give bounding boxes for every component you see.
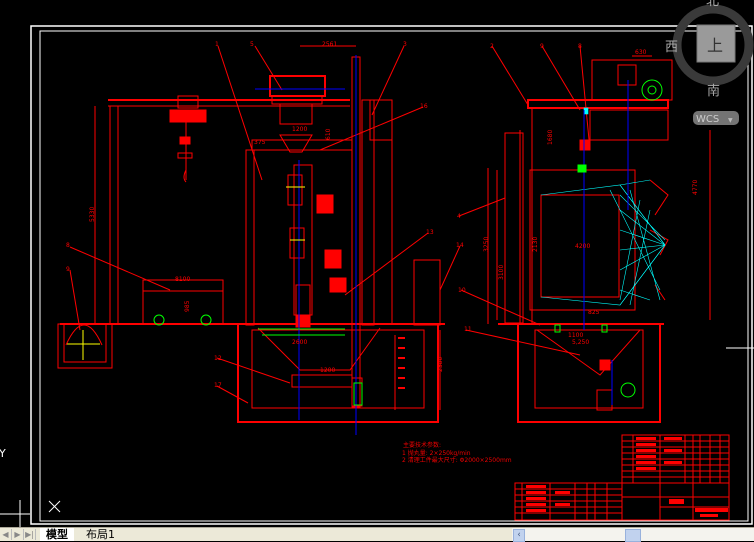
balloon: 17 xyxy=(214,382,222,389)
tab-layout1[interactable]: 布局1 xyxy=(80,528,121,541)
balloon: 9 xyxy=(540,43,544,50)
left-elevation-view xyxy=(57,45,461,423)
dim: 375 xyxy=(254,139,266,146)
scroll-left-button[interactable]: ‹ xyxy=(513,529,525,542)
left-view-yellow xyxy=(67,186,305,360)
scroll-thumb[interactable] xyxy=(625,529,641,542)
balloon: 3 xyxy=(403,41,407,48)
balloon: 5 xyxy=(250,41,254,48)
dim: 2600 xyxy=(292,339,307,346)
dim: 2130 xyxy=(532,237,539,252)
model-space-canvas[interactable]: Y 1 5 3 16 8 9 13 14 12 17 2561 1200 610… xyxy=(0,0,754,527)
notes-line2: 2 清理工件最大尺寸: Φ2000×2500mm xyxy=(402,456,512,464)
dim: 2380 xyxy=(437,357,444,372)
balloon: 11 xyxy=(464,326,472,333)
dim: 2561 xyxy=(322,41,337,48)
right-view-hatch xyxy=(540,107,666,306)
dim: 8100 xyxy=(175,276,190,283)
compass-west[interactable]: 西 xyxy=(665,40,678,55)
wcs-dropdown-icon: ▼ xyxy=(728,117,733,124)
right-view-centerlines xyxy=(583,80,629,405)
dim: 630 xyxy=(635,49,647,56)
dim: 4200 xyxy=(575,243,590,250)
balloon: 2 xyxy=(490,43,494,50)
balloon: 10 xyxy=(458,287,466,294)
dim: 610 xyxy=(325,128,332,140)
viewcube-face-label: 上 xyxy=(707,36,723,55)
ucs-y-label: Y xyxy=(0,447,6,460)
left-view-green xyxy=(153,314,363,406)
layout-tab-bar: ◀ ▶ ▶| 模型 布局1 ‹ xyxy=(0,527,754,542)
compass-south[interactable]: 南 xyxy=(707,83,720,99)
balloon: 4 xyxy=(457,213,461,220)
dim: 3100 xyxy=(498,265,505,280)
left-view-centerlines xyxy=(255,55,357,435)
notes-title: 主要技术参数: xyxy=(403,441,441,449)
dim: 5,250 xyxy=(572,339,589,346)
dim: 1200 xyxy=(292,126,307,133)
wcs-label: WCS xyxy=(696,114,719,125)
dim: 1100 xyxy=(568,332,583,339)
balloon: 12 xyxy=(214,355,222,362)
viewcube[interactable]: 北 西 南 上 WCS ▼ xyxy=(665,0,754,125)
tab-nav-first-button[interactable]: ◀ xyxy=(0,529,12,540)
dim: 825 xyxy=(588,309,600,316)
balloon: 14 xyxy=(456,242,464,249)
dim: 1680 xyxy=(547,130,554,145)
dim: 4770 xyxy=(692,180,699,195)
balloon: 16 xyxy=(420,103,428,110)
tab-nav-next-button[interactable]: ▶ xyxy=(12,529,24,540)
dim: 5330 xyxy=(89,207,96,222)
balloon: 8 xyxy=(66,242,70,249)
balloon: 9 xyxy=(66,266,70,273)
notes-line1: 1 抛丸量: 2×250kg/min xyxy=(402,449,471,457)
balloon: 8 xyxy=(578,43,582,50)
dim: 1200 xyxy=(320,367,335,374)
tab-nav-last-button[interactable]: ▶| xyxy=(24,529,36,540)
balloon: 13 xyxy=(426,229,434,236)
compass-north[interactable]: 北 xyxy=(706,0,719,9)
dim: 985 xyxy=(184,300,191,312)
tab-model[interactable]: 模型 xyxy=(40,528,74,541)
horizontal-scrollbar[interactable]: ‹ xyxy=(512,528,754,542)
dim: 3250 xyxy=(483,237,490,252)
balloon: 1 xyxy=(215,41,219,48)
technical-notes: 主要技术参数: 1 抛丸量: 2×250kg/min 2 清理工件最大尺寸: Φ… xyxy=(402,441,512,464)
ucs-icon xyxy=(48,500,61,513)
title-block xyxy=(514,434,730,521)
